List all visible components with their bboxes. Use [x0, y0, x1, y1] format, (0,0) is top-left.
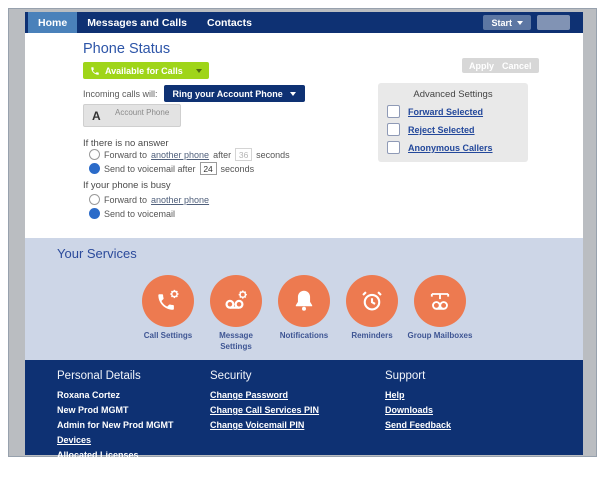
option-text: Send to voicemail after	[104, 163, 196, 174]
footer-support: Support Help Downloads Send Feedback	[385, 370, 451, 433]
notifications-button[interactable]	[278, 275, 330, 327]
busy-forward-radio[interactable]	[89, 194, 100, 205]
service-reminders: Reminders	[338, 275, 406, 353]
option-text: Forward to	[104, 149, 148, 160]
anonymous-callers-checkbox[interactable]	[387, 141, 400, 154]
option-text: seconds	[220, 163, 255, 174]
busy-forward-option: Forward to another phone	[89, 194, 209, 205]
advanced-row-anonymous-callers: Anonymous Callers	[387, 141, 528, 154]
service-group-mailboxes: Group Mailboxes	[406, 275, 474, 353]
page-frame: Home Messages and Calls Contacts Start P…	[8, 8, 597, 475]
incoming-calls-label: Incoming calls will:	[83, 88, 158, 99]
reminders-icon	[362, 291, 382, 311]
forward-selected-link[interactable]: Forward Selected	[408, 107, 483, 117]
cancel-button[interactable]: Cancel	[495, 58, 539, 73]
busy-heading: If your phone is busy	[83, 180, 171, 191]
caret-down-icon	[196, 68, 202, 73]
caret-down-icon	[517, 20, 523, 25]
reject-selected-checkbox[interactable]	[387, 123, 400, 136]
footer-group-name: New Prod MGMT	[57, 405, 129, 415]
option-text: Send to voicemail	[104, 208, 176, 219]
another-phone-link[interactable]: another phone	[151, 150, 209, 160]
start-button-label: Start	[491, 17, 512, 28]
footer-heading: Support	[385, 370, 426, 382]
message-settings-icon	[225, 290, 247, 309]
service-label: Message Settings	[219, 331, 253, 351]
account-phone-initial: A	[92, 109, 101, 123]
message-settings-button[interactable]	[210, 275, 262, 327]
tab-messages-and-calls[interactable]: Messages and Calls	[77, 12, 197, 33]
change-call-services-pin-link[interactable]: Change Call Services PIN	[210, 403, 319, 418]
reminders-button[interactable]	[346, 275, 398, 327]
footer-personal-details: Personal Details Roxana Cortez New Prod …	[57, 370, 174, 478]
main-nav: Home Messages and Calls Contacts Start	[25, 12, 583, 33]
nav-search-input[interactable]	[537, 15, 570, 30]
footer-security: Security Change Password Change Call Ser…	[210, 370, 319, 433]
no-answer-voicemail-radio[interactable]	[89, 163, 100, 174]
service-label: Notifications	[279, 331, 329, 340]
availability-label: Available for Calls	[105, 65, 183, 76]
footer-admin-name: Admin for New Prod MGMT	[57, 420, 174, 430]
downloads-link[interactable]: Downloads	[385, 403, 451, 418]
no-answer-seconds-input[interactable]	[235, 148, 253, 161]
advanced-row-reject-selected: Reject Selected	[387, 123, 528, 136]
advanced-settings-title: Advanced Settings	[413, 89, 493, 100]
send-feedback-link[interactable]: Send Feedback	[385, 418, 451, 433]
busy-voicemail-radio[interactable]	[89, 208, 100, 219]
footer-heading: Security	[210, 370, 252, 382]
no-answer-voicemail-option: Send to voicemail after seconds	[89, 162, 254, 175]
devices-link[interactable]: Devices	[57, 433, 174, 448]
allocated-licenses-link[interactable]: Allocated Licenses	[57, 448, 174, 463]
service-label: Reminders	[351, 331, 393, 340]
service-notifications: Notifications	[270, 275, 338, 353]
app-container: Home Messages and Calls Contacts Start P…	[25, 12, 583, 475]
service-label: Group Mailboxes	[407, 331, 473, 340]
footer-user-name: Roxana Cortez	[57, 390, 121, 400]
page-footer: Personal Details Roxana Cortez New Prod …	[25, 360, 583, 475]
nav-right-controls: Start	[483, 12, 583, 33]
group-mailboxes-button[interactable]	[414, 275, 466, 327]
incoming-calls-value: Ring your Account Phone	[172, 88, 283, 99]
group-mailboxes-icon	[430, 293, 450, 310]
account-phone-card: A Account Phone	[83, 104, 181, 127]
service-message-settings: Message Settings	[202, 275, 270, 353]
option-text: seconds	[256, 149, 290, 160]
option-text: after	[213, 149, 232, 160]
tab-contacts[interactable]: Contacts	[197, 12, 262, 33]
phone-icon	[91, 66, 99, 75]
tab-home[interactable]: Home	[28, 12, 78, 33]
incoming-calls-row: Incoming calls will: Ring your Account P…	[83, 85, 305, 102]
services-row: Call Settings Message Settings Notificat…	[25, 275, 583, 353]
notifications-icon	[295, 290, 313, 311]
busy-voicemail-option: Send to voicemail	[89, 208, 175, 219]
call-settings-icon	[158, 289, 179, 310]
services-title: Your Services	[57, 246, 137, 261]
page-title: Phone Status	[83, 41, 171, 57]
account-phone-label: Account Phone	[115, 108, 170, 117]
incoming-calls-dropdown[interactable]: Ring your Account Phone	[163, 85, 305, 102]
advanced-settings-panel: Advanced Settings Forward Selected Rejec…	[378, 83, 528, 162]
reject-selected-link[interactable]: Reject Selected	[408, 125, 475, 135]
forward-selected-checkbox[interactable]	[387, 105, 400, 118]
anonymous-callers-link[interactable]: Anonymous Callers	[408, 143, 493, 153]
phone-status-section: Phone Status Available for Calls Incomin…	[25, 33, 583, 238]
help-link[interactable]: Help	[385, 388, 451, 403]
voicemail-seconds-input[interactable]	[199, 162, 217, 175]
advanced-row-forward-selected: Forward Selected	[387, 105, 528, 118]
caret-down-icon	[289, 91, 296, 96]
footer-heading: Personal Details	[57, 370, 141, 382]
service-call-settings: Call Settings	[134, 275, 202, 353]
change-voicemail-pin-link[interactable]: Change Voicemail PIN	[210, 418, 319, 433]
service-label: Call Settings	[143, 331, 193, 340]
set-emergency-location-link[interactable]: Set Emergency Location	[57, 463, 174, 478]
start-button[interactable]: Start	[483, 15, 531, 30]
option-text: Forward to	[104, 194, 148, 205]
another-phone-link[interactable]: another phone	[151, 195, 209, 205]
availability-dropdown[interactable]: Available for Calls	[83, 62, 209, 79]
change-password-link[interactable]: Change Password	[210, 388, 319, 403]
no-answer-forward-option: Forward to another phone after seconds	[89, 148, 290, 161]
call-settings-button[interactable]	[142, 275, 194, 327]
no-answer-forward-radio[interactable]	[89, 149, 100, 160]
your-services-section: Your Services Call Settings Message Sett…	[25, 238, 583, 360]
